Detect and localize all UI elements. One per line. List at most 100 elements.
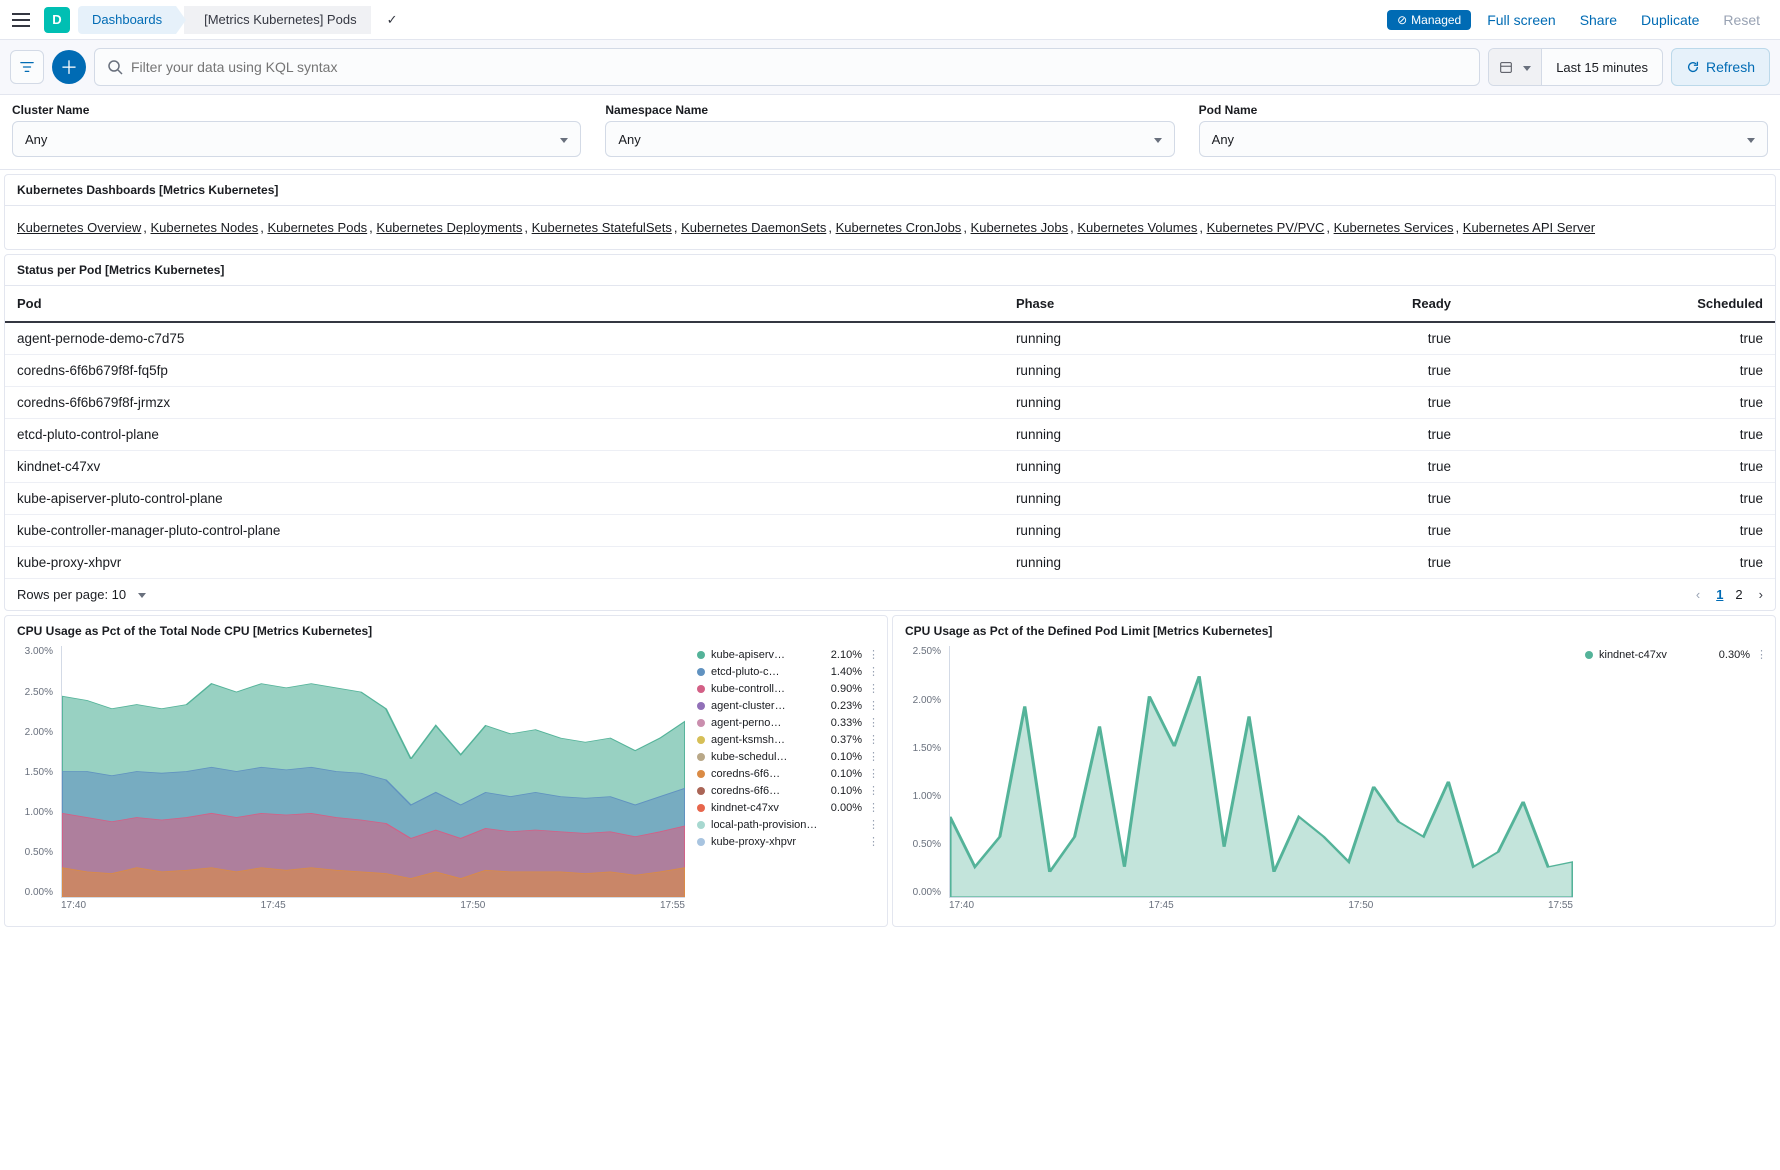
legend-item[interactable]: coredns-6f6…0.10%⋮ [697,782,879,799]
page-number[interactable]: 2 [1729,585,1748,604]
breadcrumb-page[interactable]: [Metrics Kubernetes] Pods [184,6,370,34]
duplicate-button[interactable]: Duplicate [1633,8,1707,32]
pod-filter-select[interactable]: Any [1199,121,1768,157]
legend-menu-icon[interactable]: ⋮ [868,750,879,763]
legend-item[interactable]: kindnet-c47xv0.00%⋮ [697,799,879,816]
legend-dot [697,685,705,693]
kql-input[interactable] [131,59,1467,75]
cluster-filter-select[interactable]: Any [12,121,581,157]
namespace-filter-select[interactable]: Any [605,121,1174,157]
legend-dot [697,651,705,659]
chart-left-title: CPU Usage as Pct of the Total Node CPU [… [5,616,887,646]
calendar-icon [1499,60,1513,74]
chart-left-plot[interactable]: 3.00%2.50%2.00%1.50%1.00%0.50%0.00% 17:4… [13,646,689,918]
col-pod[interactable]: Pod [5,286,1004,322]
legend-menu-icon[interactable]: ⋮ [868,733,879,746]
rows-per-page[interactable]: Rows per page: 10 [17,587,146,602]
dashboard-link[interactable]: Kubernetes PV/PVC [1207,220,1325,235]
legend-value: 0.23% [831,700,862,712]
legend-name: kube-proxy-xhpvr [711,836,856,848]
legend-value: 0.30% [1719,649,1750,661]
breadcrumb-root[interactable]: Dashboards [78,6,176,34]
table-row[interactable]: kube-proxy-xhpvrrunningtruetrue [5,547,1775,579]
legend-name: etcd-pluto-c… [711,666,825,678]
legend-item[interactable]: kube-proxy-xhpvr ⋮ [697,833,879,850]
legend-item[interactable]: etcd-pluto-c…1.40%⋮ [697,663,879,680]
legend-value: 0.90% [831,683,862,695]
check-icon: ✓ [387,12,398,28]
menu-icon[interactable] [12,8,36,32]
table-row[interactable]: etcd-pluto-control-planerunningtruetrue [5,419,1775,451]
legend-name: kindnet-c47xv [1599,649,1713,661]
page-number[interactable]: 1 [1710,585,1729,604]
legend-menu-icon[interactable]: ⋮ [868,716,879,729]
table-row[interactable]: kindnet-c47xvrunningtruetrue [5,451,1775,483]
refresh-button[interactable]: Refresh [1671,48,1770,86]
cluster-filter-label: Cluster Name [12,103,581,117]
legend-menu-icon[interactable]: ⋮ [868,801,879,814]
full-screen-button[interactable]: Full screen [1479,8,1563,32]
legend-menu-icon[interactable]: ⋮ [868,648,879,661]
col-scheduled[interactable]: Scheduled [1463,286,1775,322]
chevron-down-icon [132,587,146,602]
legend-menu-icon[interactable]: ⋮ [868,818,879,831]
legend-menu-icon[interactable]: ⋮ [868,835,879,848]
legend-menu-icon[interactable]: ⋮ [868,665,879,678]
legend-item[interactable]: kube-apiserv…2.10%⋮ [697,646,879,663]
managed-badge: ⊘Managed [1387,10,1471,30]
pod-filter-label: Pod Name [1199,103,1768,117]
dashboard-link[interactable]: Kubernetes API Server [1463,220,1595,235]
legend-value: 0.10% [831,785,862,797]
table-row[interactable]: kube-apiserver-pluto-control-planerunnin… [5,483,1775,515]
legend-item[interactable]: coredns-6f6…0.10%⋮ [697,765,879,782]
chart-right-plot[interactable]: 2.50%2.00%1.50%1.00%0.50%0.00% 17:4017:4… [901,646,1577,918]
legend-item[interactable]: local-path-provision… ⋮ [697,816,879,833]
table-row[interactable]: kube-controller-manager-pluto-control-pl… [5,515,1775,547]
legend-item[interactable]: agent-cluster… 0.23% ⋮ [697,697,879,714]
dashboard-link[interactable]: Kubernetes Jobs [971,220,1069,235]
legend-menu-icon[interactable]: ⋮ [868,767,879,780]
dashboard-link[interactable]: Kubernetes DaemonSets [681,220,826,235]
legend-menu-icon[interactable]: ⋮ [1756,648,1767,661]
table-row[interactable]: coredns-6f6b679f8f-fq5fprunningtruetrue [5,355,1775,387]
legend-menu-icon[interactable]: ⋮ [868,699,879,712]
prev-page[interactable]: ‹ [1696,587,1700,602]
legend-dot [697,838,705,846]
dashboard-link[interactable]: Kubernetes Volumes [1077,220,1197,235]
legend-item[interactable]: agent-ksmsh…0.37%⋮ [697,731,879,748]
dashboard-link[interactable]: Kubernetes CronJobs [836,220,962,235]
share-button[interactable]: Share [1572,8,1625,32]
legend-dot [697,719,705,727]
legend-value: 2.10% [831,649,862,661]
col-ready[interactable]: Ready [1244,286,1463,322]
search-input[interactable] [94,48,1480,86]
legend-menu-icon[interactable]: ⋮ [868,784,879,797]
dashboard-link[interactable]: Kubernetes Nodes [151,220,259,235]
legend-name: local-path-provision… [711,819,856,831]
legend-dot [697,702,705,710]
legend-dot [697,821,705,829]
dashboard-link[interactable]: Kubernetes Pods [267,220,367,235]
dashboard-link[interactable]: Kubernetes Services [1334,220,1454,235]
legend-item[interactable]: kindnet-c47xv 0.30% ⋮ [1585,646,1767,663]
legend-name: agent-cluster… [711,700,825,712]
legend-value: 0.37% [831,734,862,746]
add-filter-button[interactable]: ＋ [52,50,86,84]
table-row[interactable]: agent-pernode-demo-c7d75runningtruetrue [5,322,1775,355]
legend-value: 0.00% [831,802,862,814]
date-picker[interactable]: Last 15 minutes [1488,48,1663,86]
legend-item[interactable]: agent-perno…0.33%⋮ [697,714,879,731]
legend-menu-icon[interactable]: ⋮ [868,682,879,695]
legend-item[interactable]: kube-schedul…0.10%⋮ [697,748,879,765]
col-phase[interactable]: Phase [1004,286,1244,322]
filter-icon[interactable] [10,50,44,84]
dashboard-link[interactable]: Kubernetes Overview [17,220,141,235]
next-page[interactable]: › [1759,587,1763,602]
legend-item[interactable]: kube-controll…0.90%⋮ [697,680,879,697]
app-logo[interactable]: D [44,7,70,33]
table-row[interactable]: coredns-6f6b679f8f-jrmzxrunningtruetrue [5,387,1775,419]
chevron-down-icon [1148,132,1162,147]
reset-button[interactable]: Reset [1715,8,1768,32]
dashboard-link[interactable]: Kubernetes Deployments [376,220,522,235]
dashboard-link[interactable]: Kubernetes StatefulSets [532,220,672,235]
